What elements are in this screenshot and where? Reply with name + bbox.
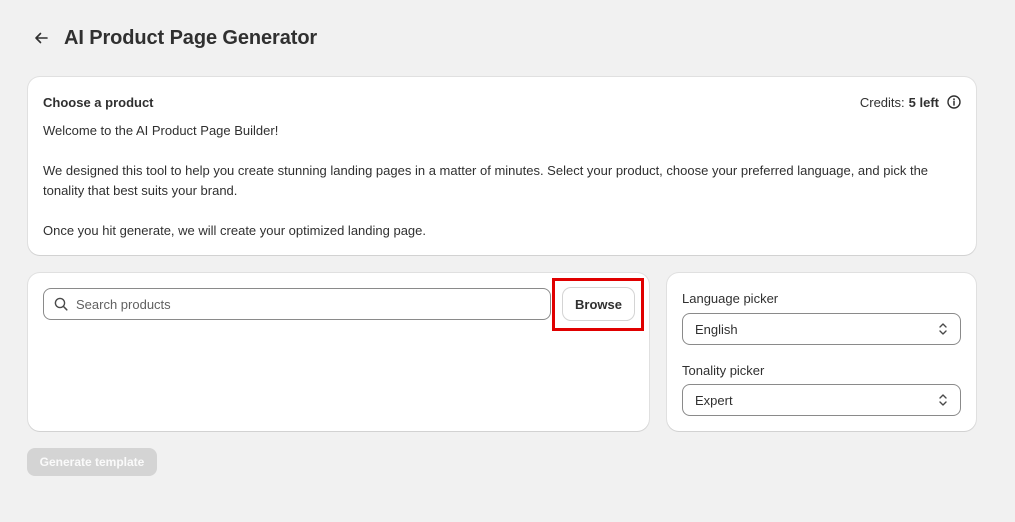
credits-display: Credits: 5 left	[860, 95, 961, 110]
arrow-left-icon	[35, 32, 48, 44]
browse-button[interactable]: Browse	[563, 288, 634, 320]
page-header: AI Product Page Generator	[28, 24, 317, 52]
language-select-value: English	[695, 321, 738, 337]
page: AI Product Page Generator Choose a produ…	[0, 0, 1015, 522]
info-icon[interactable]	[947, 95, 961, 109]
back-button[interactable]	[28, 25, 54, 51]
generate-template-button[interactable]: Generate template	[27, 448, 157, 476]
tonality-select-value: Expert	[695, 392, 733, 408]
select-chevron-icon	[939, 394, 947, 406]
intro-header: Choose a product Credits: 5 left	[43, 94, 961, 110]
intro-card: Choose a product Credits: 5 left Welcome…	[28, 77, 976, 255]
language-select[interactable]: English	[682, 313, 961, 345]
page-title: AI Product Page Generator	[64, 26, 318, 49]
credits-label: Credits:	[859, 94, 905, 110]
tonality-select[interactable]: Expert	[682, 384, 961, 416]
intro-title: Choose a product	[43, 94, 154, 110]
search-input[interactable]	[76, 296, 516, 312]
intro-description-text: We designed this tool to help you create…	[43, 163, 929, 198]
product-search-card: Browse	[28, 273, 649, 431]
credits-value: 5 left	[908, 94, 939, 110]
search-icon	[54, 297, 68, 311]
select-chevron-icon	[939, 323, 947, 335]
tonality-picker-label: Tonality picker	[682, 363, 765, 378]
intro-welcome-text: Welcome to the AI Product Page Builder!	[43, 123, 279, 138]
intro-generate-text: Once you hit generate, we will create yo…	[43, 223, 426, 238]
search-field[interactable]	[43, 288, 551, 320]
language-picker-label: Language picker	[682, 291, 779, 306]
pickers-card: Language picker English Tonality picker …	[667, 273, 976, 431]
